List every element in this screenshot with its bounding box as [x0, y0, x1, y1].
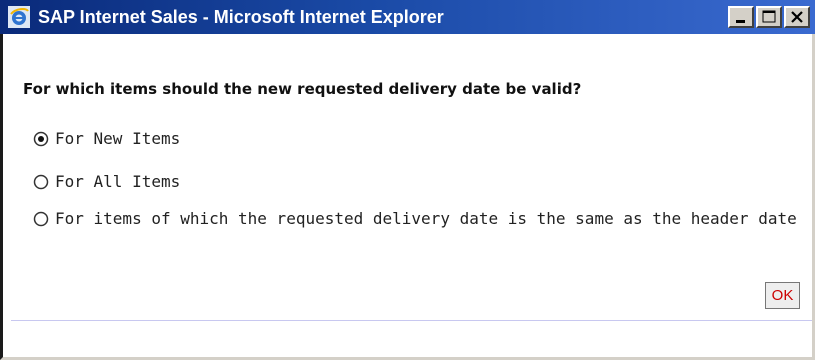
internet-explorer-icon	[8, 6, 30, 28]
maximize-button[interactable]	[756, 6, 782, 28]
maximize-icon	[762, 10, 776, 23]
title-bar[interactable]: SAP Internet Sales - Microsoft Internet …	[0, 0, 815, 34]
radio-new-items[interactable]	[33, 131, 49, 147]
close-icon	[791, 11, 803, 23]
option-header-date-items[interactable]: For items of which the requested deliver…	[33, 207, 810, 231]
window-title: SAP Internet Sales - Microsoft Internet …	[38, 7, 444, 27]
question-text: For which items should the new requested…	[23, 80, 582, 98]
divider	[11, 320, 812, 321]
browser-window: SAP Internet Sales - Microsoft Internet …	[0, 0, 815, 360]
radio-header-date-items[interactable]	[33, 211, 49, 227]
option-all-items[interactable]: For All Items	[33, 170, 810, 194]
close-button[interactable]	[784, 6, 810, 28]
radio-all-items[interactable]	[33, 174, 49, 190]
option-label: For All Items	[55, 172, 181, 191]
minimize-icon	[736, 20, 745, 23]
option-label: For items of which the requested deliver…	[55, 209, 797, 228]
minimize-button[interactable]	[728, 6, 754, 28]
ok-button[interactable]: OK	[765, 282, 800, 309]
option-new-items[interactable]: For New Items	[33, 127, 810, 151]
option-label: For New Items	[55, 129, 181, 148]
